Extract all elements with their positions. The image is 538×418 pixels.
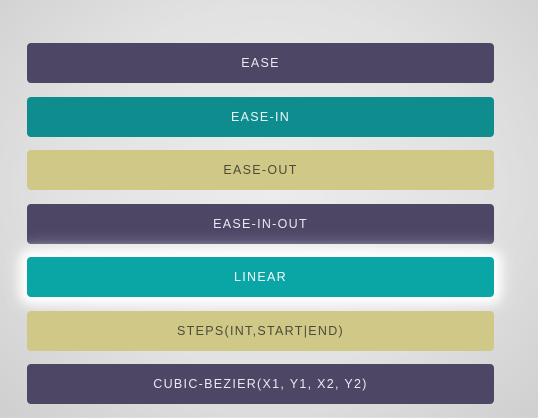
steps-button[interactable]: STEPS(INT,START|END) [27,310,494,351]
ease-button[interactable]: EASE [27,43,494,83]
ease-in-button[interactable]: EASE-IN [27,96,494,137]
timing-function-list: EASE EASE-IN EASE-OUT EASE-IN-OUT LINEAR… [27,43,494,418]
ease-in-out-button[interactable]: EASE-IN-OUT [27,203,494,244]
cubic-bezier-button[interactable]: CUBIC-BEZIER(X1, Y1, X2, Y2) [27,364,494,404]
ease-out-button[interactable]: EASE-OUT [27,150,494,190]
linear-button[interactable]: LINEAR [27,257,494,297]
